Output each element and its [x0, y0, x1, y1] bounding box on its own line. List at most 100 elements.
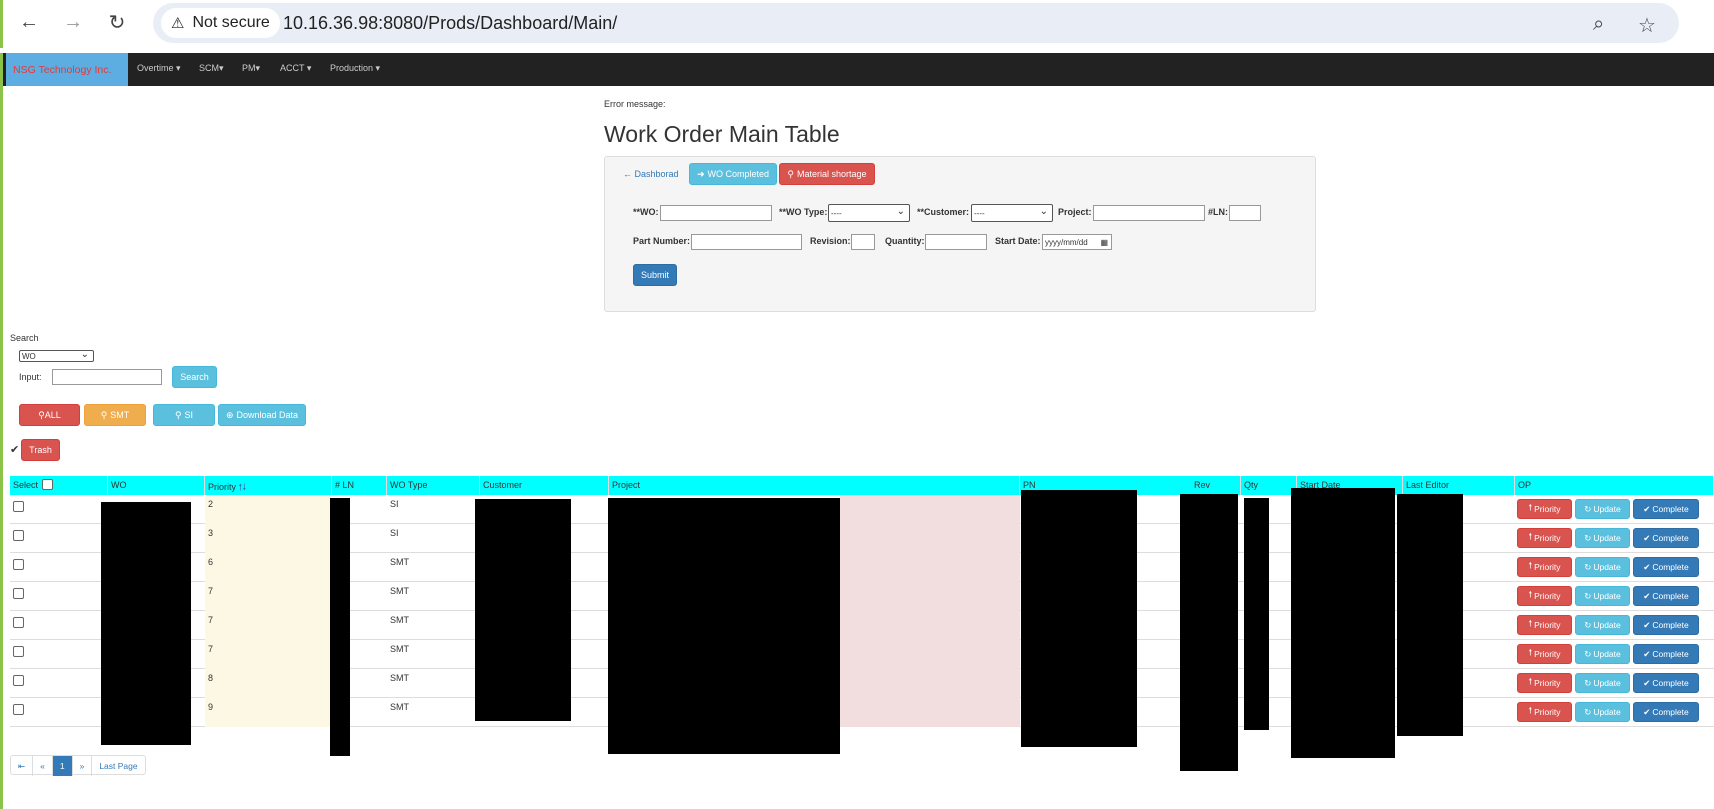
- row-checkbox[interactable]: [13, 675, 24, 686]
- row-complete-button[interactable]: ✔ Complete: [1633, 586, 1699, 606]
- next-page-link[interactable]: »: [73, 756, 93, 776]
- row-checkbox[interactable]: [13, 588, 24, 599]
- menu-production[interactable]: Production ▾: [330, 63, 380, 74]
- pagination: ⇤ « 1 » Last Page: [10, 755, 146, 776]
- row-update-button[interactable]: ↻ Update: [1575, 528, 1630, 548]
- header-project[interactable]: Project: [609, 476, 1020, 495]
- redacted-block: [1180, 494, 1238, 771]
- address-bar[interactable]: ⚠ Not secure 10.16.36.98:8080/Prods/Dash…: [153, 3, 1679, 43]
- revision-input[interactable]: [851, 234, 875, 250]
- row-priority-button[interactable]: 🠕 Priority: [1517, 673, 1572, 693]
- header-ln[interactable]: # LN: [332, 476, 387, 495]
- row-complete-button[interactable]: ✔ Complete: [1633, 499, 1699, 519]
- header-op: OP: [1515, 476, 1714, 495]
- first-page-link[interactable]: ⇤: [11, 756, 34, 776]
- row-complete-button[interactable]: ✔ Complete: [1633, 557, 1699, 577]
- redacted-block: [1244, 498, 1269, 730]
- reload-icon[interactable]: ↻: [105, 10, 129, 34]
- row-checkbox[interactable]: [13, 704, 24, 715]
- header-last-editor[interactable]: Last Editor: [1403, 476, 1515, 495]
- menu-acct[interactable]: ACCT ▾: [280, 63, 311, 74]
- row-priority-button[interactable]: 🠕 Priority: [1517, 586, 1572, 606]
- row-checkbox[interactable]: [13, 530, 24, 541]
- select-all-checkbox[interactable]: [42, 479, 53, 490]
- row-update-button[interactable]: ↻ Update: [1575, 499, 1630, 519]
- row-checkbox[interactable]: [13, 559, 24, 570]
- trash-button[interactable]: Trash: [21, 439, 60, 461]
- cell-wo-type: SMT: [390, 644, 409, 654]
- browser-toolbar: ← → ↻ ⚠ Not secure 10.16.36.98:8080/Prod…: [0, 0, 1714, 48]
- project-input[interactable]: [1093, 205, 1205, 221]
- ln-input[interactable]: [1229, 205, 1261, 221]
- submit-button[interactable]: Submit: [633, 264, 677, 286]
- row-update-button[interactable]: ↻ Update: [1575, 673, 1630, 693]
- customer-select[interactable]: ---- ⌄: [971, 204, 1053, 222]
- row-priority-button[interactable]: 🠕 Priority: [1517, 528, 1572, 548]
- error-message: Error message:: [604, 99, 666, 109]
- row-update-button[interactable]: ↻ Update: [1575, 615, 1630, 635]
- dashboard-link[interactable]: ← Dashborad: [623, 169, 679, 179]
- search-button[interactable]: Search: [172, 366, 217, 388]
- header-wo[interactable]: WO: [108, 476, 205, 495]
- forward-arrow-icon[interactable]: →: [61, 10, 85, 34]
- row-update-button[interactable]: ↻ Update: [1575, 557, 1630, 577]
- prev-page-link[interactable]: «: [33, 756, 53, 776]
- row-update-button[interactable]: ↻ Update: [1575, 644, 1630, 664]
- cell-wo-type: SI: [390, 499, 399, 509]
- row-complete-button[interactable]: ✔ Complete: [1633, 702, 1699, 722]
- download-data-button[interactable]: ⊕ Download Data: [218, 404, 306, 426]
- bookmark-star-icon[interactable]: ☆: [1638, 13, 1656, 38]
- row-priority-button[interactable]: 🠕 Priority: [1517, 644, 1572, 664]
- row-checkbox[interactable]: [13, 646, 24, 657]
- row-complete-button[interactable]: ✔ Complete: [1633, 644, 1699, 664]
- wo-input[interactable]: [660, 205, 772, 221]
- current-page[interactable]: 1: [52, 756, 73, 776]
- back-arrow-icon[interactable]: ←: [17, 10, 41, 34]
- wo-type-select[interactable]: ---- ⌄: [828, 204, 910, 222]
- search-input[interactable]: [52, 369, 162, 385]
- material-shortage-button[interactable]: ⚲ Material shortage: [779, 163, 875, 185]
- row-update-button[interactable]: ↻ Update: [1575, 702, 1630, 722]
- cell-project-tail: [840, 524, 1020, 553]
- header-priority[interactable]: Priority 🠕🠗: [205, 476, 332, 495]
- row-checkbox[interactable]: [13, 617, 24, 628]
- redacted-block: [101, 502, 191, 745]
- security-chip[interactable]: ⚠ Not secure: [161, 8, 280, 38]
- menu-pm[interactable]: PM▾: [242, 63, 260, 74]
- quantity-input[interactable]: [925, 234, 987, 250]
- filter-smt-button[interactable]: ⚲ SMT: [84, 404, 146, 426]
- brand-link[interactable]: NSG Technology Inc.: [6, 53, 128, 86]
- zoom-icon[interactable]: ⌕: [1593, 13, 1604, 36]
- menu-overtime[interactable]: Overtime ▾: [137, 63, 181, 74]
- chevron-down-icon: ⌄: [80, 349, 89, 360]
- search-field-select[interactable]: WO ⌄: [19, 349, 94, 362]
- cell-priority: 7: [205, 611, 332, 640]
- row-complete-button[interactable]: ✔ Complete: [1633, 615, 1699, 635]
- header-wo-type[interactable]: WO Type: [387, 476, 480, 495]
- last-page-link[interactable]: Last Page: [92, 756, 144, 776]
- row-checkbox[interactable]: [13, 501, 24, 512]
- header-rev[interactable]: Rev: [1191, 476, 1241, 495]
- row-priority-button[interactable]: 🠕 Priority: [1517, 499, 1572, 519]
- row-complete-button[interactable]: ✔ Complete: [1633, 673, 1699, 693]
- cell-project-tail: [840, 495, 1020, 524]
- warning-icon: ⚠: [171, 15, 185, 32]
- header-qty[interactable]: Qty: [1241, 476, 1297, 495]
- sort-arrows-icon[interactable]: 🠕🠗: [239, 482, 247, 492]
- wo-completed-button[interactable]: ➜ WO Completed: [689, 163, 777, 185]
- row-priority-button[interactable]: 🠕 Priority: [1517, 615, 1572, 635]
- menu-scm[interactable]: SCM▾: [199, 63, 224, 74]
- search-input-label: Input:: [19, 372, 42, 382]
- filter-si-button[interactable]: ⚲ SI: [153, 404, 215, 426]
- header-customer[interactable]: Customer: [480, 476, 609, 495]
- part-number-input[interactable]: [691, 234, 802, 250]
- row-priority-button[interactable]: 🠕 Priority: [1517, 557, 1572, 577]
- revision-label: Revision:: [810, 236, 851, 246]
- filter-all-button[interactable]: ⚲ ALL: [19, 404, 80, 426]
- start-date-input[interactable]: yyyy/mm/dd ▦: [1042, 234, 1112, 250]
- calendar-icon[interactable]: ▦: [1100, 238, 1108, 247]
- row-update-button[interactable]: ↻ Update: [1575, 586, 1630, 606]
- row-complete-button[interactable]: ✔ Complete: [1633, 528, 1699, 548]
- header-select: Select: [10, 476, 108, 495]
- row-priority-button[interactable]: 🠕 Priority: [1517, 702, 1572, 722]
